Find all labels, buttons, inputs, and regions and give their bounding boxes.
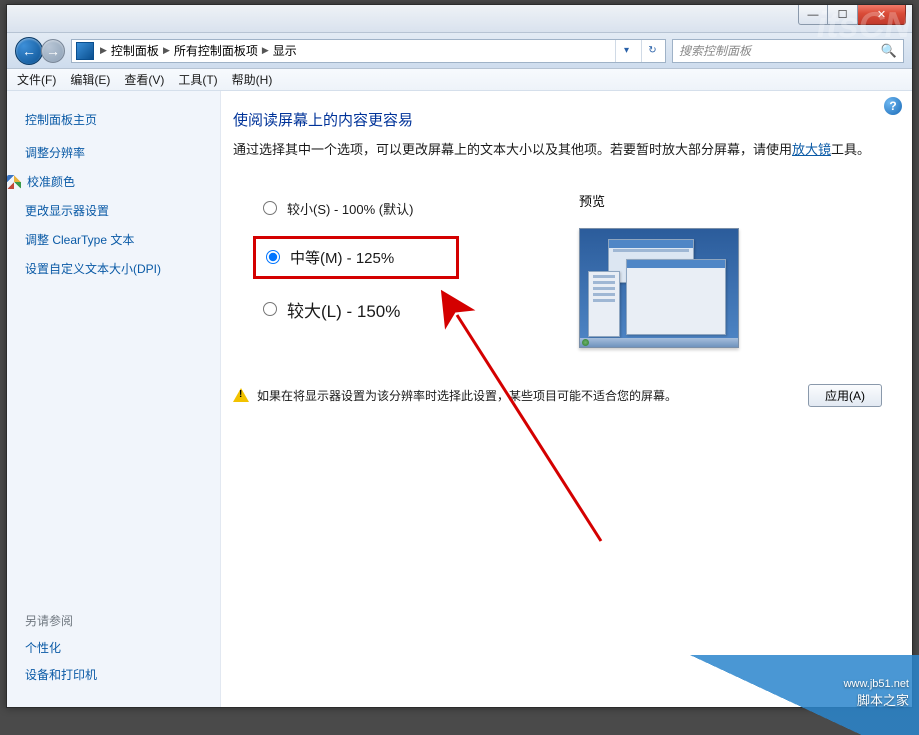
sidebar-footer-personalize[interactable]: 个性化 [25, 639, 202, 656]
scale-options: 较小(S) - 100% (默认) 中等(M) - 125% 较大(L) - 1… [253, 191, 459, 348]
search-input[interactable]: 搜索控制面板 🔍 [672, 39, 904, 63]
chevron-right-icon: ▶ [262, 45, 269, 56]
forward-button[interactable]: → [41, 39, 65, 63]
sidebar-link-resolution[interactable]: 调整分辨率 [25, 144, 202, 161]
minimize-button[interactable]: — [798, 5, 828, 25]
window-controls: — ☐ ✕ [798, 5, 906, 25]
option-medium-label: 中等(M) - 125% [290, 247, 394, 268]
warning-row: 如果在将显示器设置为该分辨率时选择此设置，某些项目可能不适合您的屏幕。 应用(A… [233, 384, 882, 407]
maximize-button[interactable]: ☐ [828, 5, 858, 25]
option-large[interactable]: 较大(L) - 150% [253, 289, 459, 330]
radio-medium[interactable] [266, 250, 280, 264]
menu-view[interactable]: 查看(V) [124, 71, 164, 88]
breadcrumb[interactable]: 所有控制面板项 [174, 42, 258, 59]
sidebar-link-display-settings[interactable]: 更改显示器设置 [25, 202, 202, 219]
client-area: 控制面板主页 调整分辨率 校准颜色 更改显示器设置 调整 ClearType 文… [7, 91, 912, 707]
nav-arrows: ← → [15, 37, 65, 65]
menu-edit[interactable]: 编辑(E) [70, 71, 110, 88]
close-button[interactable]: ✕ [858, 5, 906, 25]
sidebar: 控制面板主页 调整分辨率 校准颜色 更改显示器设置 调整 ClearType 文… [7, 91, 221, 707]
option-small[interactable]: 较小(S) - 100% (默认) [253, 191, 459, 226]
warning-icon [233, 388, 249, 402]
address-drop-button[interactable]: ▾ [615, 40, 637, 62]
shield-icon [7, 175, 21, 189]
control-panel-icon [76, 42, 94, 60]
option-large-label: 较大(L) - 150% [287, 297, 400, 322]
breadcrumb[interactable]: 显示 [273, 42, 297, 59]
warning-text: 如果在将显示器设置为该分辨率时选择此设置，某些项目可能不适合您的屏幕。 [257, 387, 677, 404]
menu-tools[interactable]: 工具(T) [178, 71, 217, 88]
nav-row: ← → ▶ 控制面板 ▶ 所有控制面板项 ▶ 显示 ▾ ↻ 搜索控制面板 🔍 [7, 33, 912, 69]
search-placeholder: 搜索控制面板 [679, 42, 751, 59]
help-icon[interactable]: ? [884, 97, 902, 115]
option-medium[interactable]: 中等(M) - 125% [253, 236, 459, 279]
menu-bar: 文件(F) 编辑(E) 查看(V) 工具(T) 帮助(H) [7, 69, 912, 91]
page-title: 使阅读屏幕上的内容更容易 [233, 109, 882, 130]
apply-button[interactable]: 应用(A) [808, 384, 882, 407]
sidebar-see-also: 另请参阅 [25, 612, 202, 629]
sidebar-footer-devices[interactable]: 设备和打印机 [25, 666, 202, 683]
menu-help[interactable]: 帮助(H) [232, 71, 273, 88]
sidebar-link-calibrate[interactable]: 校准颜色 [25, 173, 202, 190]
radio-small[interactable] [263, 201, 277, 215]
breadcrumb[interactable]: 控制面板 [111, 42, 159, 59]
magnifier-link[interactable]: 放大镜 [792, 142, 831, 157]
search-icon: 🔍 [881, 43, 897, 59]
page-description: 通过选择其中一个选项，可以更改屏幕上的文本大小以及其他项。若要暂时放大部分屏幕，… [233, 140, 882, 161]
window: — ☐ ✕ ← → ▶ 控制面板 ▶ 所有控制面板项 ▶ 显示 ▾ ↻ 搜索控制… [6, 4, 913, 708]
preview-image [579, 228, 739, 348]
main-content: ? 使阅读屏幕上的内容更容易 通过选择其中一个选项，可以更改屏幕上的文本大小以及… [221, 91, 912, 707]
chevron-right-icon: ▶ [163, 45, 170, 56]
option-small-label: 较小(S) - 100% (默认) [287, 199, 413, 218]
back-button[interactable]: ← [15, 37, 43, 65]
preview-label: 预览 [579, 191, 739, 210]
sidebar-link-cleartype[interactable]: 调整 ClearType 文本 [25, 231, 202, 248]
refresh-button[interactable]: ↻ [641, 40, 663, 62]
chevron-right-icon: ▶ [100, 45, 107, 56]
sidebar-home[interactable]: 控制面板主页 [25, 111, 202, 128]
radio-large[interactable] [263, 302, 277, 316]
sidebar-link-custom-dpi[interactable]: 设置自定义文本大小(DPI) [25, 260, 202, 277]
titlebar: — ☐ ✕ [7, 5, 912, 33]
menu-file[interactable]: 文件(F) [17, 71, 56, 88]
address-bar[interactable]: ▶ 控制面板 ▶ 所有控制面板项 ▶ 显示 ▾ ↻ [71, 39, 666, 63]
